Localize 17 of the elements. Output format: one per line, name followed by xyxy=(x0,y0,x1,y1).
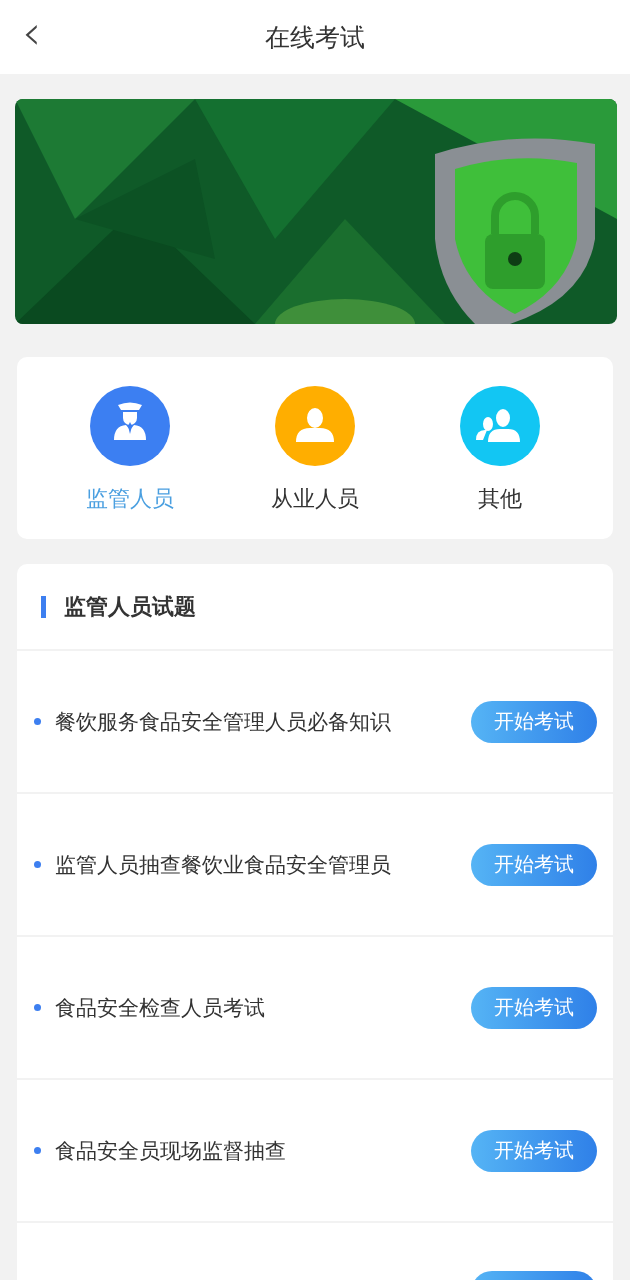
category-tab[interactable]: 其他 xyxy=(430,382,571,514)
category-tab[interactable]: 从业人员 xyxy=(245,382,385,514)
category-label: 监管人员 xyxy=(85,485,174,513)
back-icon[interactable]: ‹ xyxy=(22,8,42,56)
category-label: 其他 xyxy=(478,485,523,513)
category-label: 从业人员 xyxy=(271,485,359,513)
start-exam-button[interactable]: 开始考试 xyxy=(471,1129,597,1172)
page-title: 在线考试 xyxy=(265,21,365,54)
start-exam-button[interactable]: 开始考试 xyxy=(471,700,597,743)
exam-title: 食品安全检查人员考试 xyxy=(55,994,266,1022)
exam-title: 食品安全员现场监督抽查 xyxy=(55,1137,287,1165)
start-exam-button[interactable]: 开始考试 xyxy=(471,843,597,886)
start-exam-button[interactable]: 开始考试 xyxy=(471,986,597,1029)
exam-title: 监管人员抽查餐饮业食品安全管理员 xyxy=(55,851,392,879)
category-tab[interactable]: 监管人员 xyxy=(59,382,200,514)
exam-title: 餐饮服务食品安全管理人员必备知识 xyxy=(55,708,392,736)
section-title: 监管人员试题 xyxy=(64,592,196,621)
